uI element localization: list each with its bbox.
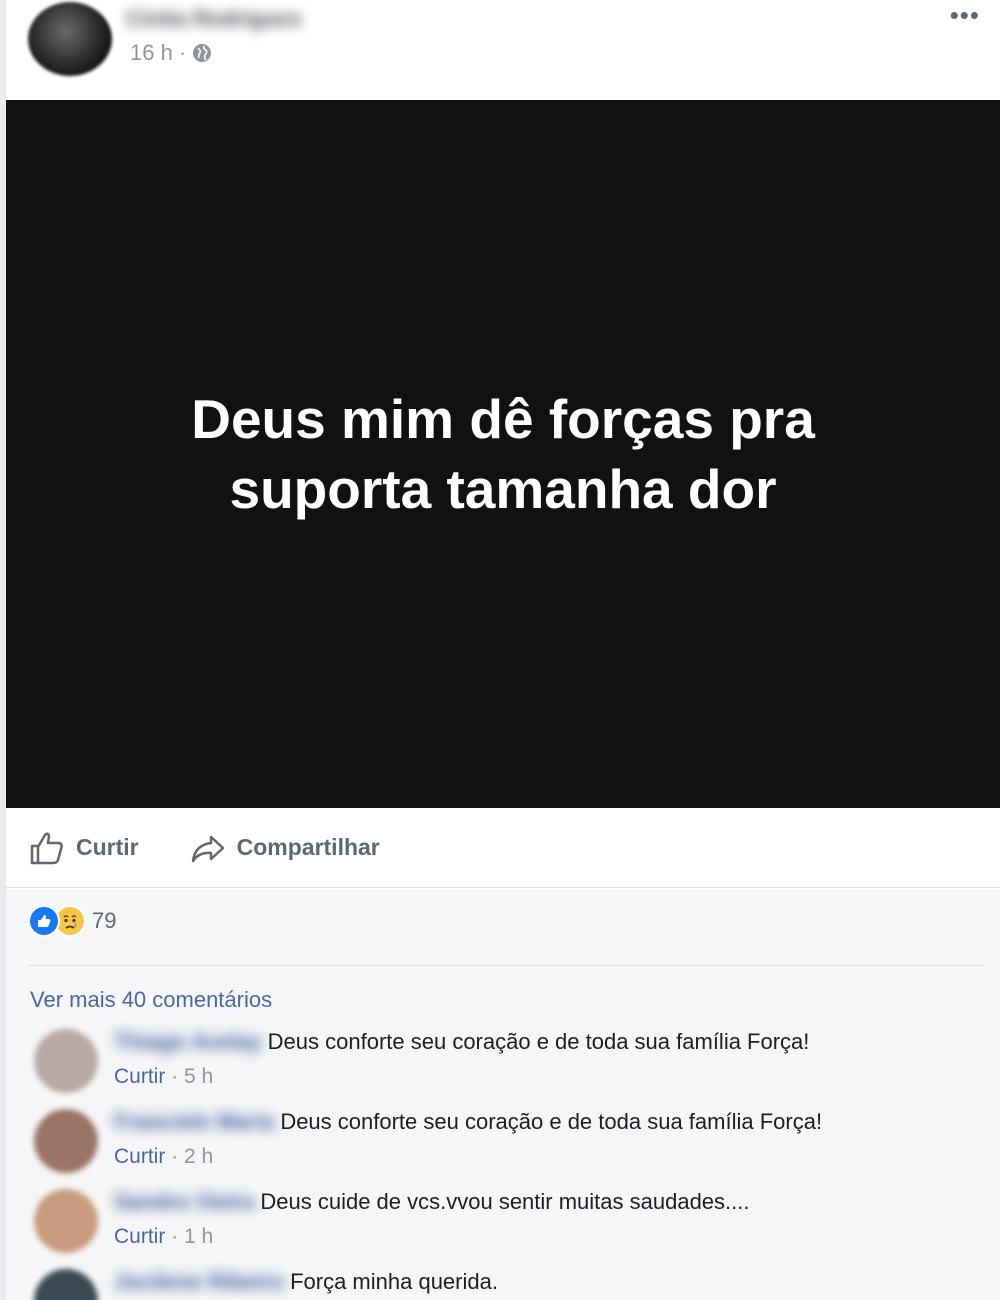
post-header: Cíntia Rodrigues 16 h · ••• bbox=[6, 0, 1000, 100]
comment-meta: Curtir · 2 h bbox=[114, 1145, 822, 1169]
meta-separator: · bbox=[171, 1145, 179, 1168]
share-button[interactable]: Compartilhar bbox=[189, 829, 380, 867]
comment-text: Deus conforte seu coração e de toda sua … bbox=[267, 1029, 810, 1054]
comment-time[interactable]: 1 h bbox=[184, 1225, 213, 1248]
share-arrow-icon bbox=[191, 835, 224, 862]
comment-item: Thiago Avelay Deus conforte seu coração … bbox=[30, 1027, 990, 1107]
commenter-name[interactable]: Jocilene Ribeiro bbox=[114, 1269, 284, 1295]
reactions-summary[interactable]: 79 bbox=[28, 905, 116, 937]
comment-text: Deus cuide de vcs.vvou sentir muitas sau… bbox=[260, 1189, 750, 1214]
globe-icon[interactable] bbox=[192, 43, 212, 63]
comment-time[interactable]: 2 h bbox=[184, 1145, 213, 1168]
author-avatar[interactable] bbox=[28, 2, 112, 76]
comment-item: Sandra Vieira Deus cuide de vcs.vvou sen… bbox=[30, 1187, 990, 1267]
comment-body: Sandra Vieira Deus cuide de vcs.vvou sen… bbox=[114, 1189, 750, 1249]
share-button-label: Compartilhar bbox=[236, 834, 380, 860]
view-more-comments-link[interactable]: Ver mais 40 comentários bbox=[30, 987, 272, 1013]
facebook-post: Cíntia Rodrigues 16 h · ••• Deus mim dê … bbox=[0, 0, 1000, 1300]
comment-item: Jocilene Ribeiro Força minha querida. bbox=[30, 1267, 990, 1300]
divider bbox=[28, 965, 984, 966]
comment-meta: Curtir · 1 h bbox=[114, 1225, 750, 1249]
image-caption-line2: suporta tamanha dor bbox=[229, 458, 777, 520]
reaction-count: 79 bbox=[92, 908, 117, 933]
comment-like-link[interactable]: Curtir bbox=[114, 1145, 165, 1168]
commenter-avatar[interactable] bbox=[34, 1189, 98, 1253]
like-reaction-icon bbox=[28, 905, 60, 937]
post-actions-bar: Curtir Compartilhar bbox=[6, 808, 1000, 888]
comment-time[interactable]: 5 h bbox=[184, 1065, 213, 1088]
author-name[interactable]: Cíntia Rodrigues bbox=[126, 6, 366, 31]
commenter-avatar[interactable] bbox=[34, 1029, 98, 1093]
comment-text: Força minha querida. bbox=[290, 1269, 498, 1294]
thumbs-up-icon bbox=[30, 831, 63, 864]
like-button-label: Curtir bbox=[76, 834, 139, 860]
image-caption: Deus mim dê forças pra suporta tamanha d… bbox=[123, 384, 883, 524]
more-options-icon[interactable]: ••• bbox=[950, 0, 980, 31]
comment-like-link[interactable]: Curtir bbox=[114, 1065, 165, 1088]
comment-body: Jocilene Ribeiro Força minha querida. bbox=[114, 1269, 498, 1295]
image-caption-line1: Deus mim dê forças pra bbox=[191, 388, 815, 450]
commenter-avatar[interactable] bbox=[34, 1269, 98, 1300]
comment-text: Deus conforte seu coração e de toda sua … bbox=[280, 1109, 823, 1134]
meta-separator: · bbox=[178, 40, 187, 65]
commenter-name[interactable]: Franciele Maria bbox=[114, 1109, 274, 1135]
commenter-name[interactable]: Thiago Avelay bbox=[114, 1029, 262, 1055]
comment-like-link[interactable]: Curtir bbox=[114, 1225, 165, 1248]
comments-section: 79 Ver mais 40 comentários Thiago Avelay… bbox=[6, 889, 1000, 1300]
meta-separator: · bbox=[171, 1225, 179, 1248]
comment-body: Franciele Maria Deus conforte seu coraçã… bbox=[114, 1109, 822, 1169]
commenter-avatar[interactable] bbox=[34, 1109, 98, 1173]
post-time[interactable]: 16 h bbox=[130, 40, 173, 66]
meta-separator: · bbox=[171, 1065, 179, 1088]
post-image[interactable]: Deus mim dê forças pra suporta tamanha d… bbox=[6, 100, 1000, 808]
comment-meta: Curtir · 5 h bbox=[114, 1065, 809, 1089]
comment-body: Thiago Avelay Deus conforte seu coração … bbox=[114, 1029, 809, 1089]
comment-item: Franciele Maria Deus conforte seu coraçã… bbox=[30, 1107, 990, 1187]
post-meta: 16 h · bbox=[130, 40, 212, 66]
like-button[interactable]: Curtir bbox=[28, 829, 139, 867]
commenter-name[interactable]: Sandra Vieira bbox=[114, 1189, 254, 1215]
